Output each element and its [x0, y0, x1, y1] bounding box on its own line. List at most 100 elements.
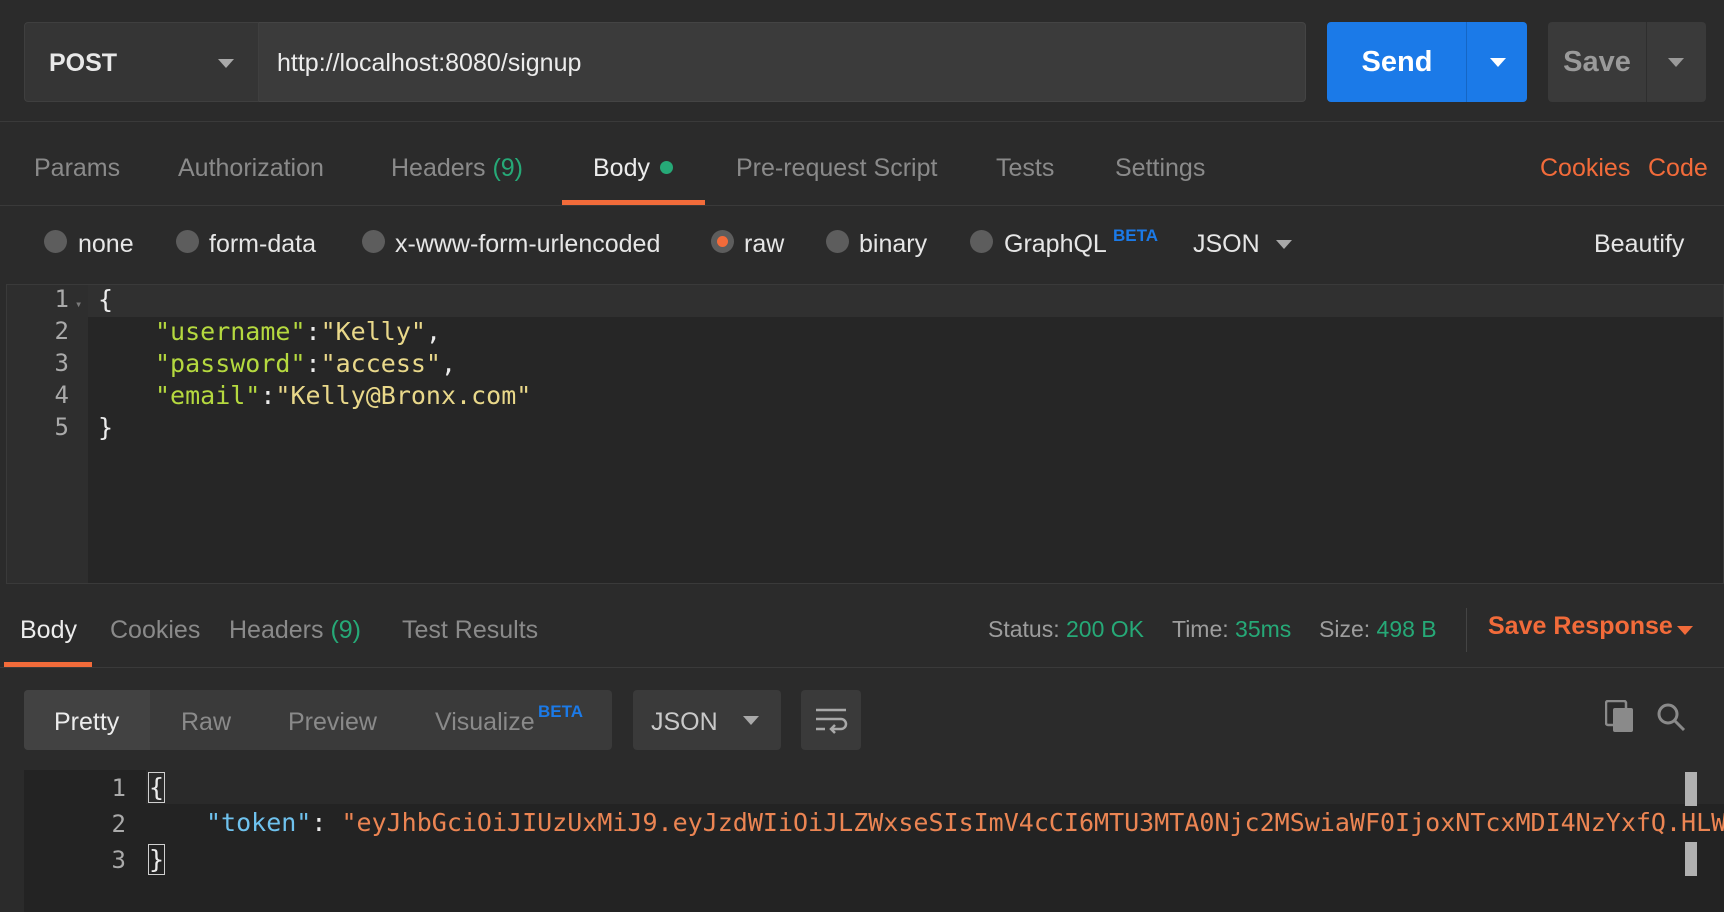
- radio-graphql-label: GraphQL: [1004, 230, 1107, 259]
- size-value: 498 B: [1376, 616, 1437, 642]
- resp-key: "token": [206, 808, 312, 837]
- resp-close-brace: }: [148, 844, 166, 875]
- code-trail: ,: [441, 349, 457, 378]
- search-icon[interactable]: [1656, 702, 1686, 732]
- radio-none-label: none: [78, 230, 134, 258]
- graphql-text: GraphQL: [1004, 230, 1107, 258]
- response-format-value: JSON: [651, 708, 718, 736]
- radio-raw-label: raw: [744, 230, 785, 258]
- save-options-chevron-icon[interactable]: [1668, 58, 1684, 67]
- line-number: 2: [54, 317, 69, 345]
- code-key: "username": [155, 317, 306, 346]
- fold-arrow-icon[interactable]: ▾: [75, 297, 82, 311]
- time-value: 35ms: [1235, 616, 1292, 642]
- resp-tab-headers-label: Headers: [229, 616, 324, 644]
- cookies-link[interactable]: Cookies: [1540, 154, 1630, 183]
- active-tab-indicator: [562, 200, 705, 205]
- radio-urlencoded-label: x-www-form-urlencoded: [395, 230, 661, 258]
- resp-tab-body[interactable]: Body: [20, 616, 77, 645]
- tab-params[interactable]: Params: [34, 154, 120, 183]
- size-label: Size:: [1319, 616, 1371, 642]
- body-type-options: none form-data x-www-form-urlencoded raw…: [0, 206, 1724, 284]
- save-response-chevron-icon[interactable]: [1677, 626, 1693, 635]
- save-label: Save: [1563, 46, 1631, 78]
- tab-prerequest-script[interactable]: Pre-request Script: [736, 154, 937, 183]
- tab-headers-count: (9): [492, 154, 524, 182]
- status-label: Status:: [988, 616, 1060, 642]
- time-label: Time:: [1172, 616, 1229, 642]
- method-value: POST: [49, 49, 118, 77]
- code-link[interactable]: Code: [1648, 154, 1708, 183]
- send-button[interactable]: Send: [1327, 22, 1527, 102]
- resp-sep: :: [311, 808, 342, 837]
- wrap-lines-icon: [816, 708, 848, 734]
- save-response-button[interactable]: Save Response: [1488, 612, 1673, 641]
- time-readout: Time: 35ms: [1172, 616, 1291, 643]
- code-sep: :: [305, 349, 321, 378]
- radio-binary[interactable]: [826, 230, 849, 253]
- resp-token-value: "eyJhbGciOiJIUzUxMiJ9.eyJzdWIiOiJLZWxseS…: [341, 808, 1724, 837]
- resp-token-line: "token": "eyJhbGciOiJIUzUxMiJ9.eyJzdWIiO…: [206, 808, 1724, 837]
- code-trail: ,: [425, 317, 441, 346]
- view-pretty[interactable]: Pretty: [54, 708, 119, 737]
- code-key: "email": [155, 381, 261, 410]
- url-input[interactable]: http://localhost:8080/signup: [259, 22, 1306, 102]
- view-visualize[interactable]: Visualize: [435, 708, 535, 737]
- resp-active-line-highlight: [146, 770, 1724, 804]
- graphql-beta-badge: BETA: [1113, 226, 1159, 245]
- tab-authorization[interactable]: Authorization: [178, 154, 324, 183]
- tab-settings[interactable]: Settings: [1115, 154, 1205, 183]
- radio-binary-label: binary: [859, 230, 928, 258]
- wrap-lines-button[interactable]: [801, 690, 861, 750]
- response-header: Body Cookies Headers (9) Test Results St…: [0, 584, 1724, 668]
- send-options-chevron-icon[interactable]: [1490, 58, 1506, 67]
- send-divider: [1466, 22, 1467, 102]
- response-body[interactable]: 1 2 3 { "token": "eyJhbGciOiJIUzUxMiJ9.e…: [24, 770, 1724, 912]
- line-number: 5: [54, 413, 69, 441]
- resp-line-number: 3: [111, 846, 126, 874]
- format-select[interactable]: JSON: [1193, 230, 1260, 259]
- copy-icon[interactable]: [1605, 700, 1635, 734]
- request-tabs: Params Authorization Headers (9) Body Pr…: [0, 122, 1724, 206]
- resp-scrollbar-thumb[interactable]: [1685, 772, 1697, 806]
- response-format-select[interactable]: JSON: [633, 690, 781, 750]
- beautify-link[interactable]: Beautify: [1594, 230, 1684, 259]
- line-number: 1: [54, 285, 69, 313]
- save-button[interactable]: Save: [1548, 22, 1706, 102]
- url-value: http://localhost:8080/signup: [277, 49, 582, 77]
- code-line-username: "username":"Kelly",: [155, 317, 441, 346]
- line-number: 3: [54, 349, 69, 377]
- radio-raw[interactable]: [711, 230, 734, 253]
- size-readout: Size: 498 B: [1319, 616, 1437, 643]
- radio-none[interactable]: [44, 230, 67, 253]
- radio-urlencoded[interactable]: [362, 230, 385, 253]
- resp-tab-headers[interactable]: Headers (9): [229, 616, 361, 645]
- code-key: "password": [155, 349, 306, 378]
- status-divider: [1466, 608, 1467, 652]
- radio-graphql[interactable]: [970, 230, 993, 253]
- resp-scrollbar-thumb-lower[interactable]: [1685, 842, 1697, 876]
- resp-tab-cookies[interactable]: Cookies: [110, 616, 200, 645]
- send-label: Send: [1361, 46, 1433, 78]
- code-line-email: "email":"Kelly@Bronx.com": [155, 381, 531, 410]
- tab-tests[interactable]: Tests: [996, 154, 1054, 183]
- code-sep: :: [305, 317, 321, 346]
- resp-line-number: 1: [111, 774, 126, 802]
- view-raw[interactable]: Raw: [181, 708, 231, 737]
- line-number: 4: [54, 381, 69, 409]
- radio-form-data-label: form-data: [209, 230, 316, 258]
- tab-body-label: Body: [593, 154, 650, 182]
- tab-body[interactable]: Body: [593, 154, 673, 183]
- format-chevron-icon[interactable]: [1276, 240, 1292, 249]
- request-body-editor[interactable]: 1 ▾ 2 3 4 5 { "username":"Kelly", "passw…: [6, 284, 1724, 584]
- tab-headers[interactable]: Headers (9): [391, 154, 523, 183]
- resp-tab-test-results[interactable]: Test Results: [402, 616, 538, 645]
- method-select[interactable]: POST: [24, 22, 259, 102]
- status-readout: Status: 200 OK: [988, 616, 1144, 643]
- tab-headers-label: Headers: [391, 154, 486, 182]
- view-preview[interactable]: Preview: [288, 708, 377, 737]
- resp-active-tab-indicator: [4, 662, 92, 667]
- radio-form-data[interactable]: [176, 230, 199, 253]
- code-value: "Kelly@Bronx.com": [275, 381, 532, 410]
- chevron-down-icon: [218, 59, 234, 68]
